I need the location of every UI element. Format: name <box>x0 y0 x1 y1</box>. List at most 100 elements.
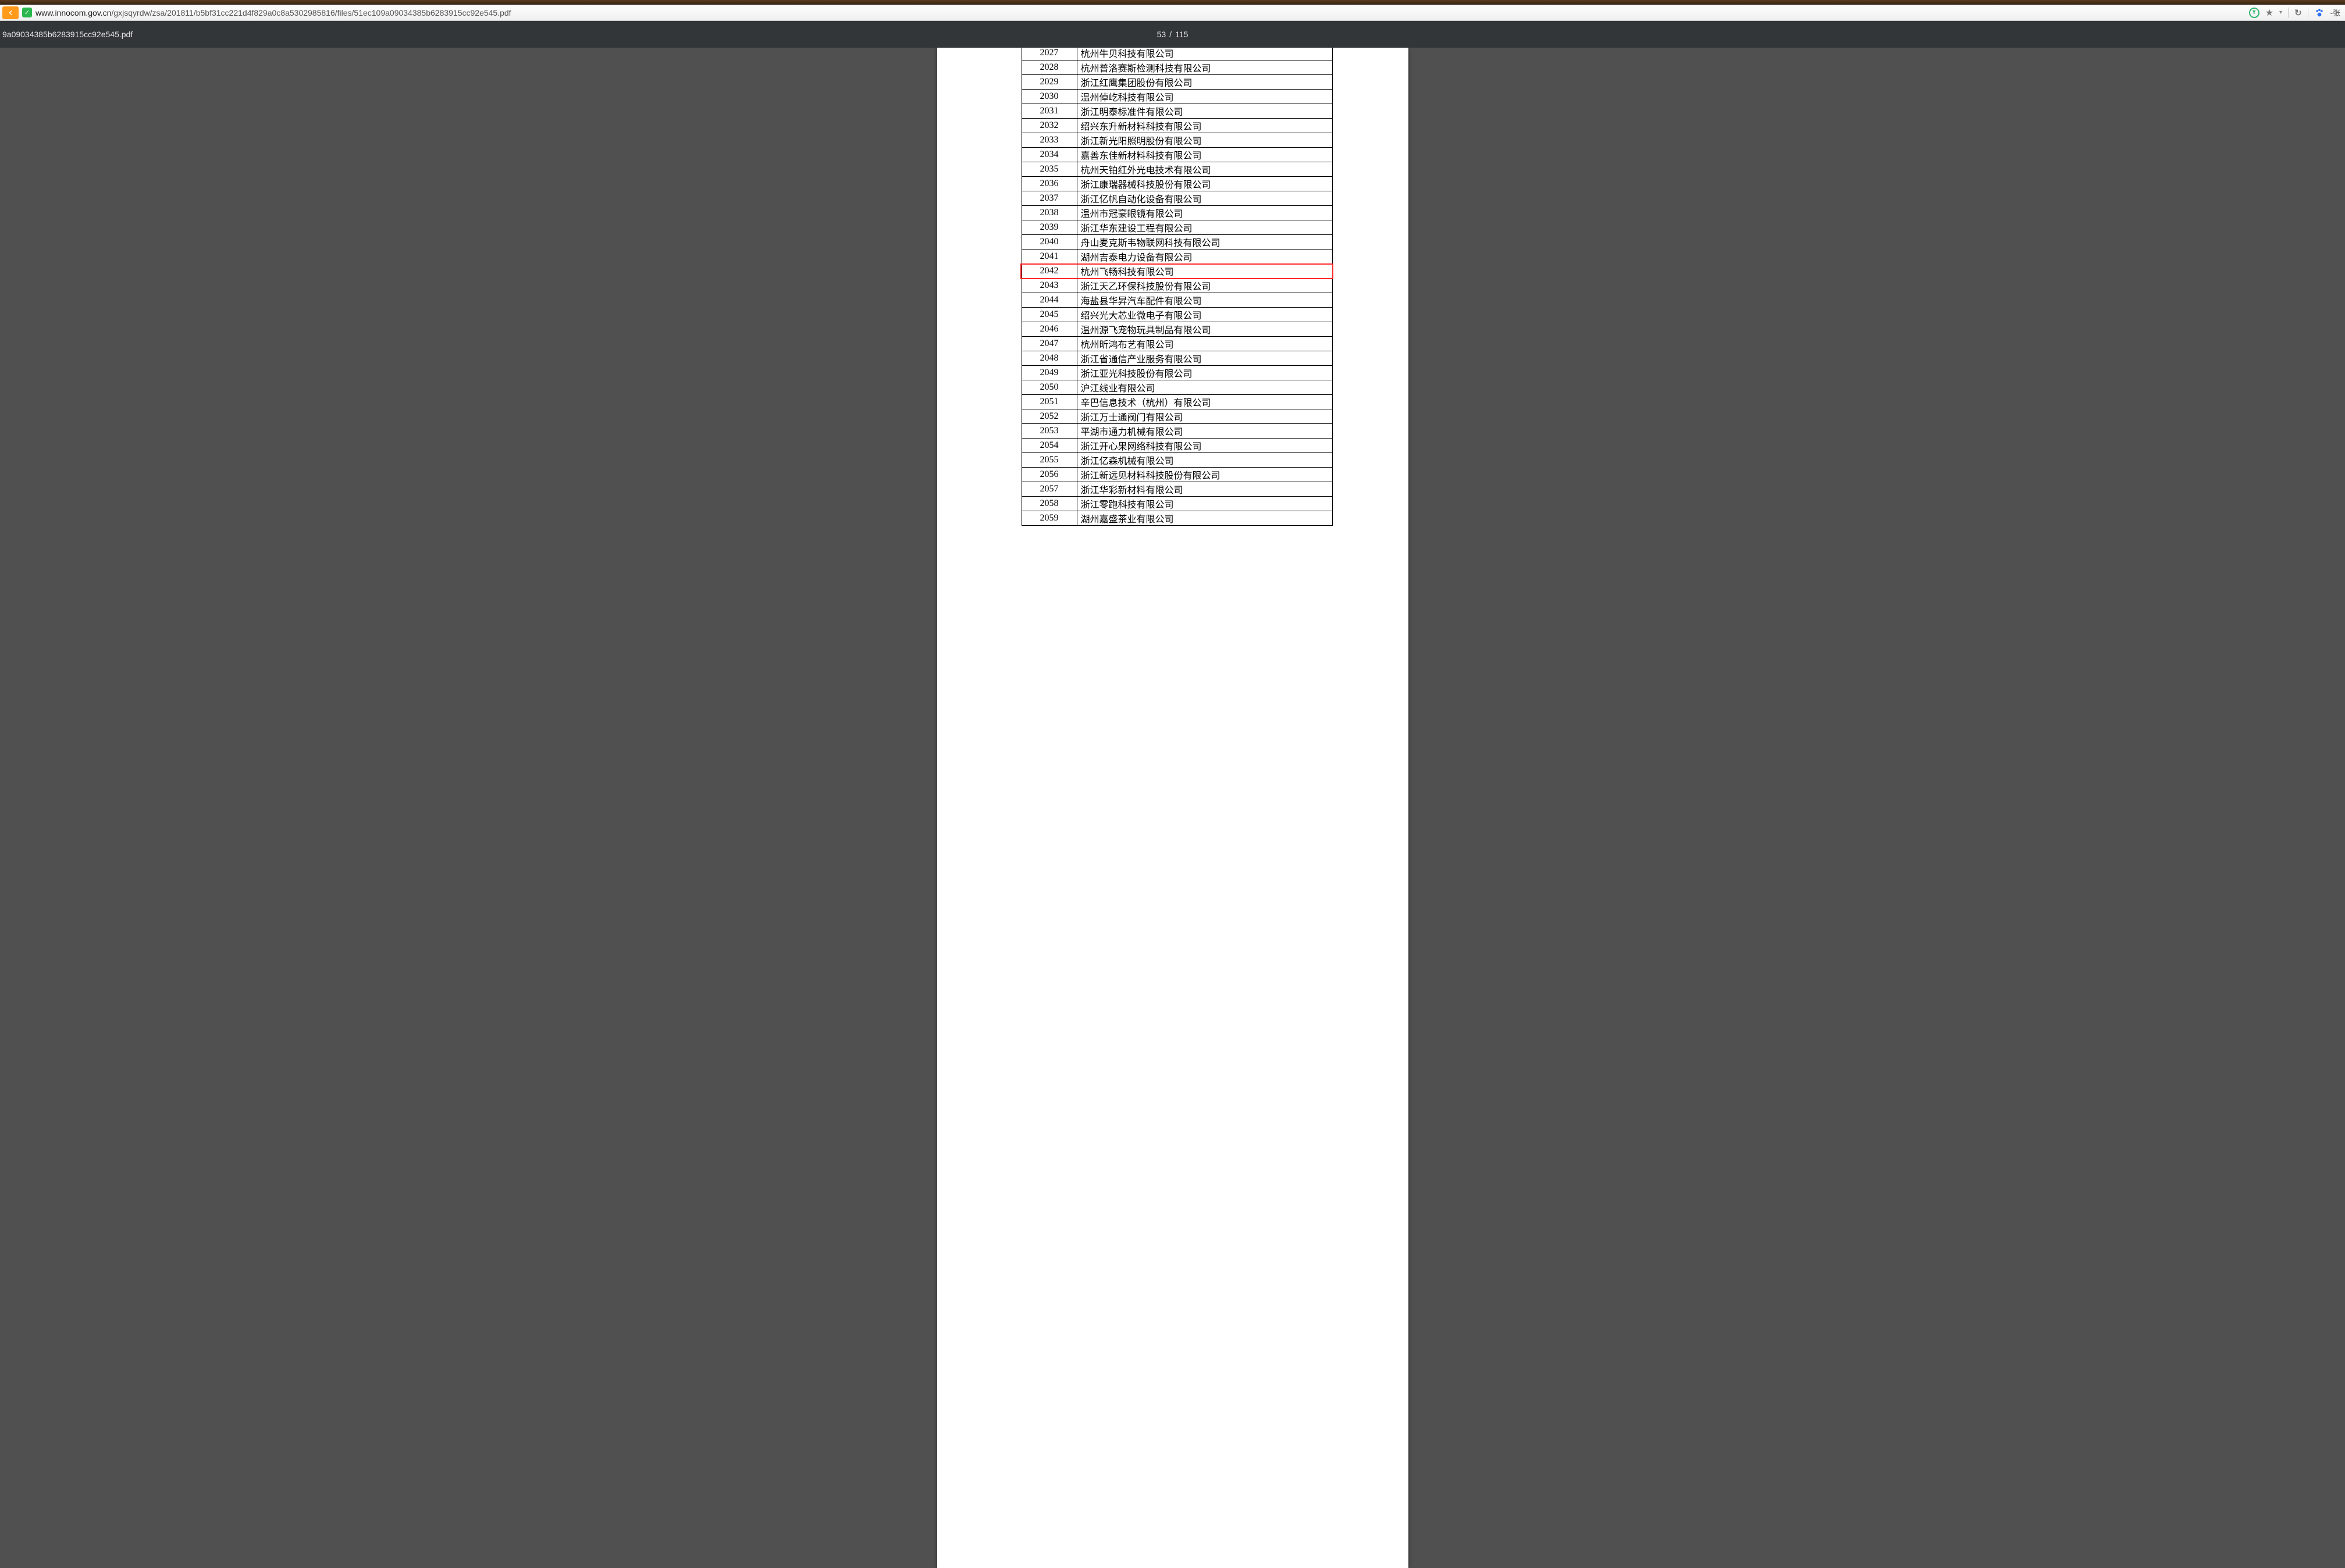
row-number: 2037 <box>1022 191 1077 206</box>
row-number: 2050 <box>1022 380 1077 395</box>
company-name: 浙江万士通阀门有限公司 <box>1077 409 1332 424</box>
baidu-paw-icon[interactable] <box>2314 8 2325 18</box>
company-name: 嘉善东佳新材料科技有限公司 <box>1077 148 1332 162</box>
company-name: 浙江省通信产业服务有限公司 <box>1077 351 1332 366</box>
chevron-left-icon <box>7 9 14 16</box>
dropdown-icon[interactable]: ▾ <box>2279 9 2282 16</box>
company-name: 辛巴信息技术（杭州）有限公司 <box>1077 395 1332 409</box>
row-number: 2056 <box>1022 468 1077 482</box>
page-sep: / <box>1169 30 1172 39</box>
table-row: 2053平湖市通力机械有限公司 <box>1022 424 1332 439</box>
reload-icon[interactable]: ↻ <box>2294 8 2302 18</box>
toolbar-right: ¥ ★ ▾ ↻ -张 <box>2249 7 2343 19</box>
row-number: 2036 <box>1022 177 1077 191</box>
url-domain: www.innocom.gov.cn <box>35 8 111 17</box>
table-row: 2027杭州牛贝科技有限公司 <box>1022 48 1332 60</box>
row-number: 2032 <box>1022 119 1077 133</box>
company-name: 湖州吉泰电力设备有限公司 <box>1077 250 1332 264</box>
company-name: 温州倬屹科技有限公司 <box>1077 90 1332 104</box>
row-number: 2034 <box>1022 148 1077 162</box>
company-name: 浙江华东建设工程有限公司 <box>1077 220 1332 235</box>
company-name: 浙江新光阳照明股份有限公司 <box>1077 133 1332 148</box>
row-number: 2046 <box>1022 322 1077 337</box>
address-url[interactable]: www.innocom.gov.cn/gxjsqyrdw/zsa/201811/… <box>35 8 2246 17</box>
row-number: 2033 <box>1022 133 1077 148</box>
company-name: 杭州天铂红外光电技术有限公司 <box>1077 162 1332 177</box>
company-name: 浙江明泰标准件有限公司 <box>1077 104 1332 119</box>
table-row: 2050沪江线业有限公司 <box>1022 380 1332 395</box>
table-row: 2058浙江零跑科技有限公司 <box>1022 497 1332 511</box>
table-row: 2045绍兴光大芯业微电子有限公司 <box>1022 308 1332 322</box>
row-number: 2029 <box>1022 75 1077 90</box>
user-label[interactable]: -张 <box>2330 7 2340 18</box>
table-row: 2035杭州天铂红外光电技术有限公司 <box>1022 162 1332 177</box>
row-number: 2039 <box>1022 220 1077 235</box>
company-name: 浙江康瑞器械科技股份有限公司 <box>1077 177 1332 191</box>
company-name: 绍兴光大芯业微电子有限公司 <box>1077 308 1332 322</box>
company-name: 杭州普洛赛斯检测科技有限公司 <box>1077 60 1332 75</box>
row-number: 2053 <box>1022 424 1077 439</box>
table-row: 2034嘉善东佳新材料科技有限公司 <box>1022 148 1332 162</box>
nav-back-button[interactable] <box>2 6 19 19</box>
row-number: 2047 <box>1022 337 1077 351</box>
browser-tab-strip <box>0 0 2345 5</box>
table-row: 2038温州市冠豪眼镜有限公司 <box>1022 206 1332 220</box>
table-row: 2049浙江亚光科技股份有限公司 <box>1022 366 1332 380</box>
company-name: 温州源飞宠物玩具制品有限公司 <box>1077 322 1332 337</box>
url-path: /gxjsqyrdw/zsa/201811/b5bf31cc221d4f829a… <box>111 8 511 17</box>
company-name: 绍兴东升新材料科技有限公司 <box>1077 119 1332 133</box>
favorite-icon[interactable]: ★ <box>2265 7 2273 19</box>
company-name: 沪江线业有限公司 <box>1077 380 1332 395</box>
safety-icon[interactable]: ¥ <box>2249 8 2259 18</box>
table-row: 2041湖州吉泰电力设备有限公司 <box>1022 250 1332 264</box>
row-number: 2054 <box>1022 439 1077 453</box>
row-number: 2038 <box>1022 206 1077 220</box>
row-number: 2031 <box>1022 104 1077 119</box>
row-number: 2048 <box>1022 351 1077 366</box>
company-name: 浙江开心果网络科技有限公司 <box>1077 439 1332 453</box>
table-row: 2051辛巴信息技术（杭州）有限公司 <box>1022 395 1332 409</box>
company-name: 杭州牛贝科技有限公司 <box>1077 48 1332 60</box>
row-number: 2045 <box>1022 308 1077 322</box>
row-number: 2055 <box>1022 453 1077 468</box>
row-number: 2058 <box>1022 497 1077 511</box>
row-number: 2057 <box>1022 482 1077 497</box>
table-row: 2048浙江省通信产业服务有限公司 <box>1022 351 1332 366</box>
pdf-page: 2027杭州牛贝科技有限公司2028杭州普洛赛斯检测科技有限公司2029浙江红鹰… <box>937 48 1408 1568</box>
company-name: 浙江新远见材料科技股份有限公司 <box>1077 468 1332 482</box>
company-name: 平湖市通力机械有限公司 <box>1077 424 1332 439</box>
company-name: 舟山麦克斯韦物联网科技有限公司 <box>1077 235 1332 250</box>
table-row: 2032绍兴东升新材料科技有限公司 <box>1022 119 1332 133</box>
company-name: 浙江亿帆自动化设备有限公司 <box>1077 191 1332 206</box>
company-name: 浙江亚光科技股份有限公司 <box>1077 366 1332 380</box>
company-name: 浙江零跑科技有限公司 <box>1077 497 1332 511</box>
table-row: 2040舟山麦克斯韦物联网科技有限公司 <box>1022 235 1332 250</box>
table-row: 2052浙江万士通阀门有限公司 <box>1022 409 1332 424</box>
table-row: 2037浙江亿帆自动化设备有限公司 <box>1022 191 1332 206</box>
row-number: 2040 <box>1022 235 1077 250</box>
page-current: 53 <box>1157 30 1166 39</box>
table-row: 2039浙江华东建设工程有限公司 <box>1022 220 1332 235</box>
row-number: 2041 <box>1022 250 1077 264</box>
company-name: 杭州昕鸿布艺有限公司 <box>1077 337 1332 351</box>
table-row: 2057浙江华彩新材料有限公司 <box>1022 482 1332 497</box>
company-name: 浙江天乙环保科技股份有限公司 <box>1077 279 1332 293</box>
row-number: 2035 <box>1022 162 1077 177</box>
table-row: 2055浙江亿森机械有限公司 <box>1022 453 1332 468</box>
page-indicator[interactable]: 53 / 115 <box>1157 30 1188 39</box>
table-row: 2029浙江红鹰集团股份有限公司 <box>1022 75 1332 90</box>
company-table: 2027杭州牛贝科技有限公司2028杭州普洛赛斯检测科技有限公司2029浙江红鹰… <box>1022 48 1333 526</box>
table-row: 2033浙江新光阳照明股份有限公司 <box>1022 133 1332 148</box>
pdf-viewport[interactable]: 2027杭州牛贝科技有限公司2028杭州普洛赛斯检测科技有限公司2029浙江红鹰… <box>0 48 2345 1568</box>
table-row: 2043浙江天乙环保科技股份有限公司 <box>1022 279 1332 293</box>
pdf-title: 9a09034385b6283915cc92e545.pdf <box>0 30 133 39</box>
table-row: 2030温州倬屹科技有限公司 <box>1022 90 1332 104</box>
table-row: 2056浙江新远见材料科技股份有限公司 <box>1022 468 1332 482</box>
company-name: 浙江红鹰集团股份有限公司 <box>1077 75 1332 90</box>
table-row: 2047杭州昕鸿布艺有限公司 <box>1022 337 1332 351</box>
row-number: 2044 <box>1022 293 1077 308</box>
table-row: 2046温州源飞宠物玩具制品有限公司 <box>1022 322 1332 337</box>
page-total: 115 <box>1175 30 1188 39</box>
row-number: 2027 <box>1022 48 1077 60</box>
company-name: 浙江亿森机械有限公司 <box>1077 453 1332 468</box>
